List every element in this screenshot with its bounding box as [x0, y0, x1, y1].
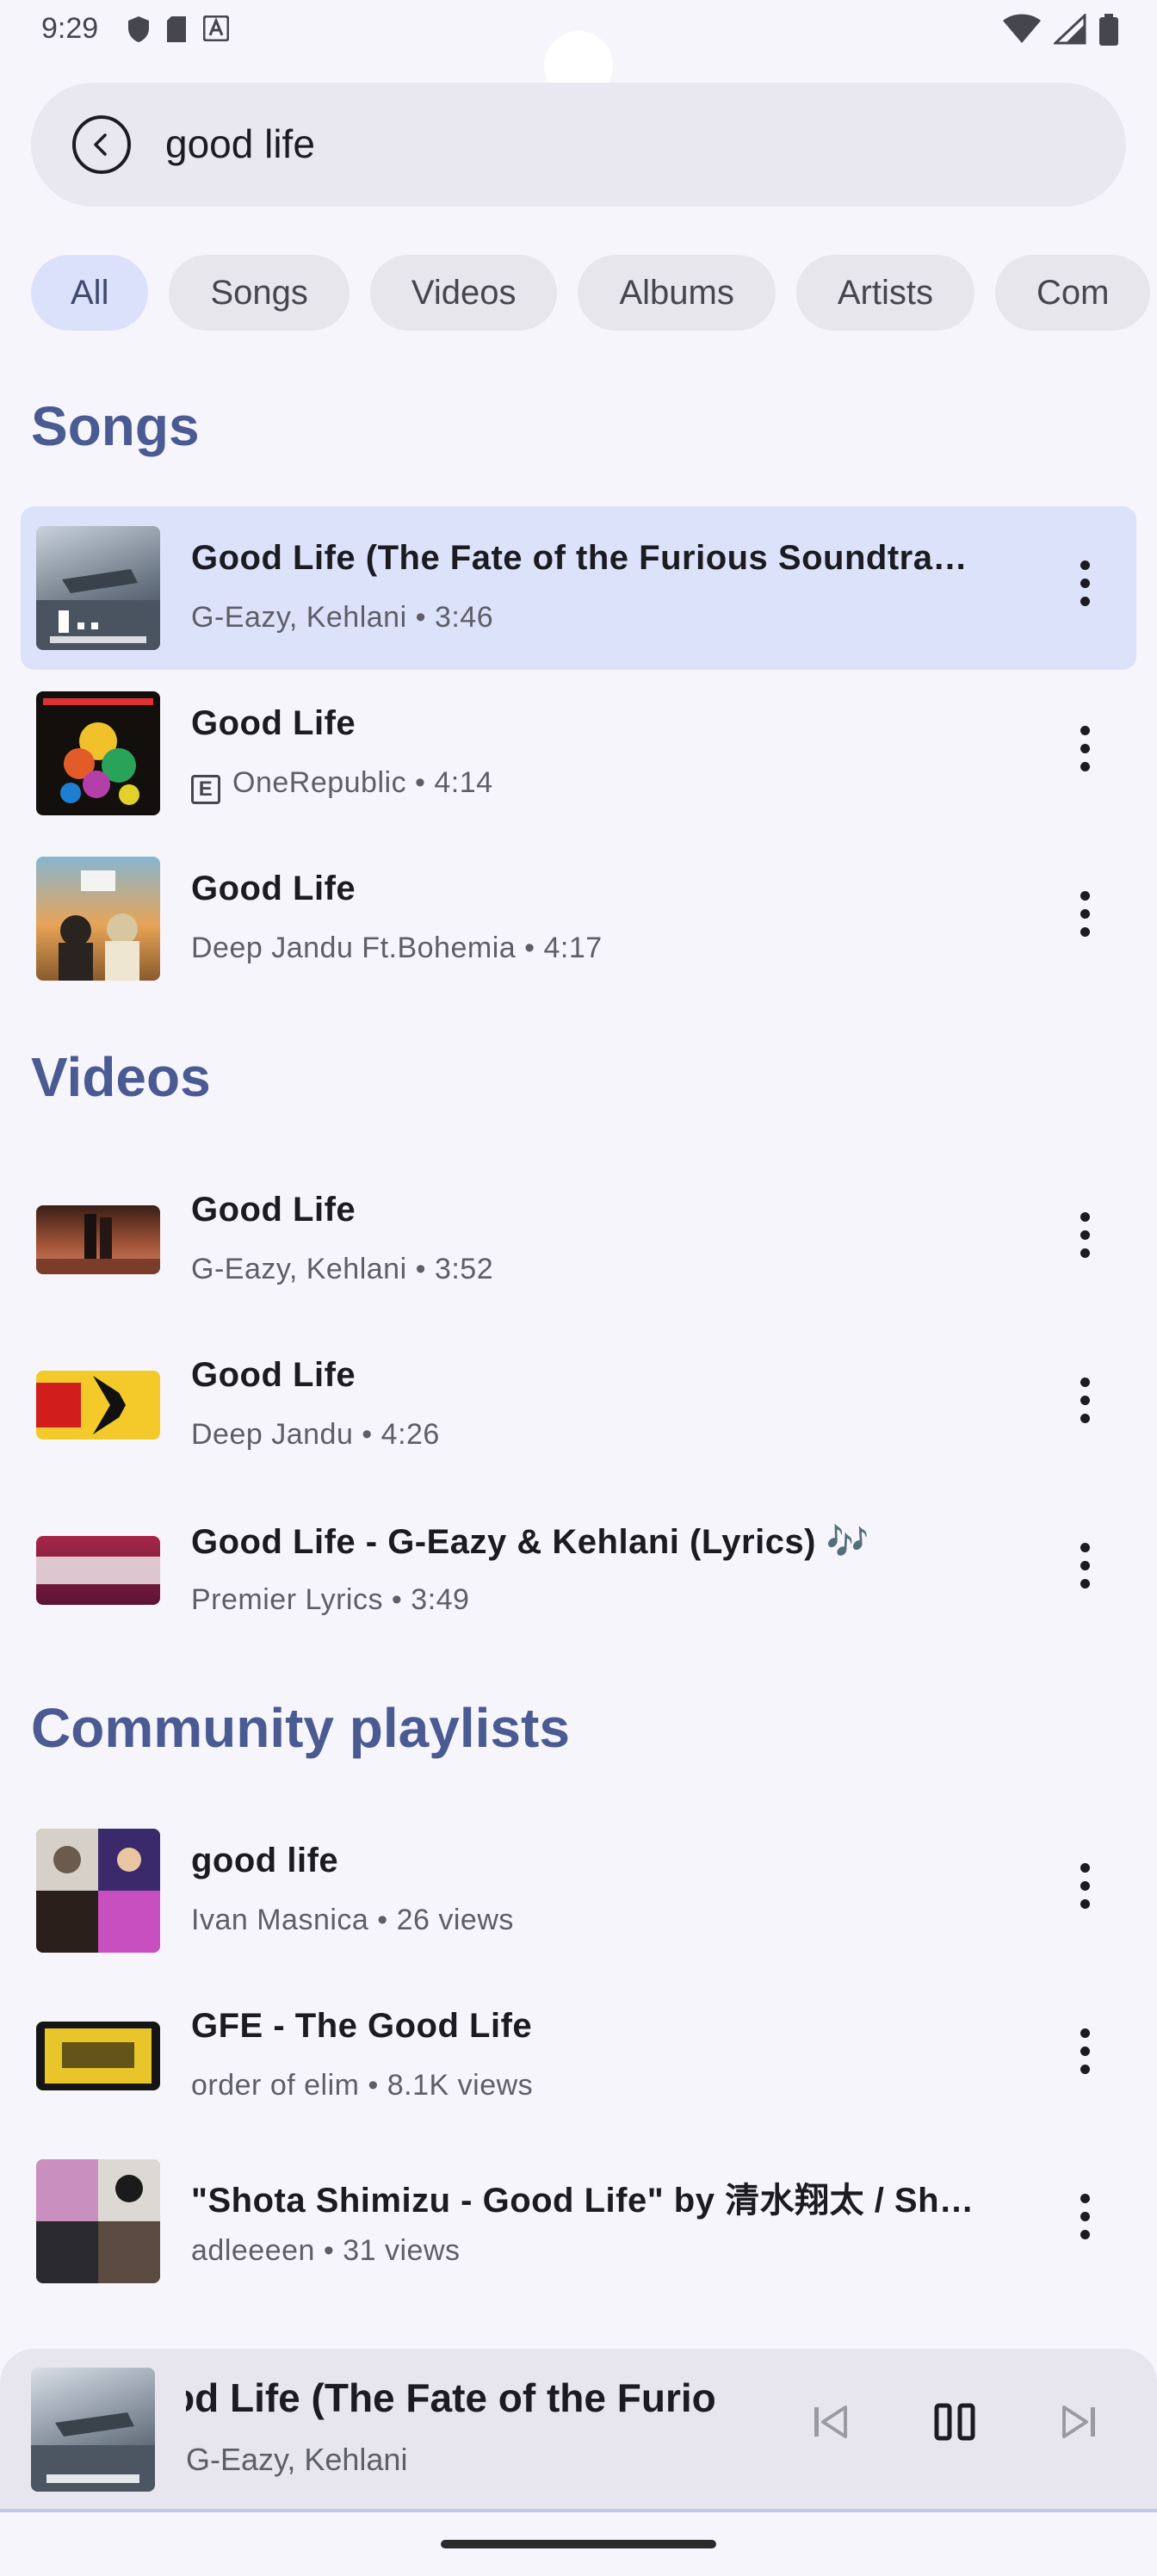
chip-all[interactable]: All	[31, 255, 149, 331]
playlist-thumbnail	[36, 2159, 160, 2283]
home-indicator[interactable]	[441, 2540, 716, 2548]
more-vert-icon[interactable]	[1074, 891, 1095, 946]
more-vert-icon[interactable]	[1074, 1863, 1095, 1918]
playlist-subtitle: order of elim • 8.1K views	[191, 2069, 534, 2102]
song-row[interactable]: Good Life Deep Jandu Ft.Bohemia • 4:17	[21, 837, 1136, 1000]
video-subtitle: Deep Jandu • 4:26	[191, 1418, 440, 1451]
playlist-title: GFE - The Good Life	[191, 2007, 533, 2045]
more-vert-icon[interactable]	[1074, 1212, 1095, 1267]
video-row[interactable]: Good Life G-Eazy, Kehlani • 3:52	[21, 1158, 1136, 1322]
video-title: Good Life	[191, 1356, 356, 1394]
search-bar[interactable]: good life	[31, 83, 1126, 207]
playlist-subtitle: Ivan Masnica • 26 views	[191, 1904, 514, 1936]
videos-section-title: Videos	[31, 1046, 211, 1108]
more-vert-icon[interactable]	[1074, 1543, 1095, 1598]
shield-icon	[128, 16, 149, 42]
playlist-title: good life	[191, 1842, 339, 1879]
more-vert-icon[interactable]	[1074, 560, 1095, 616]
song-thumbnail	[36, 857, 160, 981]
video-subtitle: Premier Lyrics • 3:49	[191, 1583, 470, 1616]
songs-section-title: Songs	[31, 395, 200, 457]
song-title: Good Life	[191, 870, 356, 907]
video-thumbnail	[36, 1536, 160, 1605]
playlist-thumbnail	[36, 1829, 160, 1953]
playlist-row[interactable]: good life Ivan Masnica • 26 views	[21, 1809, 1136, 1972]
skip-next-button[interactable]	[1057, 2400, 1100, 2448]
wifi-icon	[1003, 14, 1041, 43]
song-title: Good Life	[191, 704, 356, 742]
font-icon	[203, 15, 229, 41]
more-vert-icon[interactable]	[1074, 726, 1095, 781]
chip-videos[interactable]: Videos	[369, 255, 558, 331]
pause-button[interactable]	[933, 2400, 976, 2448]
song-subtitle: G-Eazy, Kehlani • 3:46	[191, 601, 494, 634]
playlists-section-title: Community playlists	[31, 1697, 570, 1759]
notification-icons	[127, 15, 229, 43]
video-thumbnail	[36, 1371, 160, 1440]
song-row[interactable]: Good Life (The Fate of the Furious Sound…	[21, 506, 1136, 670]
filter-chips: All Songs Videos Albums Artists Com	[31, 255, 1157, 331]
song-thumbnail	[36, 526, 160, 650]
system-icons	[1002, 14, 1119, 46]
song-subtitle: Deep Jandu Ft.Bohemia • 4:17	[191, 932, 603, 964]
back-arrow-icon	[94, 133, 107, 156]
more-vert-icon[interactable]	[1074, 2194, 1095, 2249]
more-vert-icon[interactable]	[1074, 1378, 1095, 1433]
song-thumbnail	[36, 691, 160, 815]
playlist-title: "Shota Shimizu - Good Life" by 清水翔太 / Sh…	[191, 2182, 974, 2220]
playlist-row[interactable]: GFE - The Good Life order of elim • 8.1K…	[21, 1974, 1136, 2138]
skip-previous-button[interactable]	[809, 2400, 852, 2448]
chip-community[interactable]: Com	[994, 255, 1151, 331]
explicit-badge: E	[191, 775, 220, 804]
skip-previous-icon	[814, 2406, 847, 2438]
skip-next-icon	[1062, 2406, 1095, 2438]
pause-icon	[934, 2403, 975, 2441]
video-subtitle: G-Eazy, Kehlani • 3:52	[191, 1253, 494, 1285]
back-button[interactable]	[72, 115, 131, 174]
now-playing-title: od Life (The Fate of the Furio	[186, 2375, 716, 2420]
chip-songs[interactable]: Songs	[169, 255, 350, 331]
now-playing-artist: G-Eazy, Kehlani	[186, 2442, 408, 2477]
video-row[interactable]: Good Life Deep Jandu • 4:26	[21, 1323, 1136, 1487]
chip-artists[interactable]: Artists	[795, 255, 974, 331]
more-vert-icon[interactable]	[1074, 2028, 1095, 2084]
status-time: 9:29	[41, 12, 99, 45]
playback-progress[interactable]	[0, 2509, 1157, 2512]
playlist-subtitle: adleeeen • 31 views	[191, 2234, 461, 2267]
video-row[interactable]: Good Life - G-Eazy & Kehlani (Lyrics) 🎶 …	[21, 1489, 1136, 1652]
mini-player[interactable]: od Life (The Fate of the Furio G-Eazy, K…	[0, 2349, 1157, 2512]
video-title: Good Life - G-Eazy & Kehlani (Lyrics) 🎶	[191, 1523, 869, 1561]
video-thumbnail	[36, 1205, 160, 1274]
now-playing-thumbnail	[31, 2368, 155, 2492]
song-subtitle: E OneRepublic • 4:14	[191, 766, 493, 804]
signal-icon	[1054, 14, 1086, 45]
playlist-thumbnail	[36, 2022, 160, 2090]
playlist-row[interactable]: "Shota Shimizu - Good Life" by 清水翔太 / Sh…	[21, 2139, 1136, 2303]
sd-card-icon	[167, 16, 186, 42]
chip-albums[interactable]: Albums	[578, 255, 776, 331]
song-title: Good Life (The Fate of the Furious Sound…	[191, 539, 968, 577]
song-row[interactable]: Good Life E OneRepublic • 4:14	[21, 672, 1136, 835]
search-input[interactable]: good life	[165, 121, 315, 167]
video-title: Good Life	[191, 1191, 356, 1229]
battery-icon	[1099, 14, 1118, 46]
